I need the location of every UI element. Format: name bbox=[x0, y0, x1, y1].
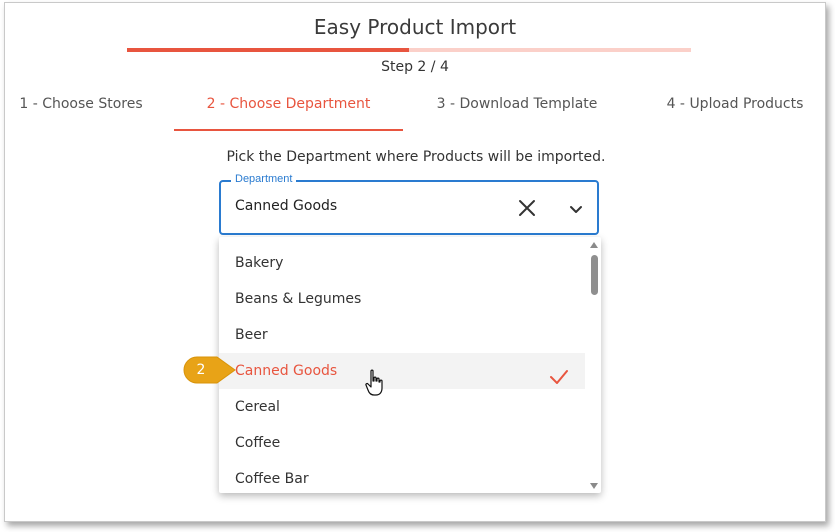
dropdown-option-beer[interactable]: Beer bbox=[219, 317, 585, 353]
option-label: Coffee bbox=[235, 435, 281, 451]
tab-upload-products[interactable]: 4 - Upload Products bbox=[665, 91, 805, 131]
tab-choose-department[interactable]: 2 - Choose Department bbox=[174, 91, 403, 131]
progress-bar-fill bbox=[127, 48, 409, 52]
dropdown-option-cereal[interactable]: Cereal bbox=[219, 389, 585, 425]
option-label: Bakery bbox=[235, 255, 284, 271]
dropdown-option-canned-goods[interactable]: Canned Goods bbox=[219, 353, 585, 389]
option-label: Beans & Legumes bbox=[235, 291, 362, 307]
callout-number: 2 bbox=[196, 362, 206, 378]
page-title: Easy Product Import bbox=[313, 15, 517, 39]
step-indicator: Step 2 / 4 bbox=[381, 59, 449, 75]
department-dropdown-list: Bakery Beans & Legumes Beer Canned Goods… bbox=[219, 237, 601, 493]
scroll-thumb[interactable] bbox=[591, 255, 598, 295]
instruction-text: Pick the Department where Products will … bbox=[226, 149, 606, 165]
option-label: Beer bbox=[235, 327, 268, 343]
close-icon[interactable] bbox=[517, 198, 537, 218]
scroll-up-arrow-icon[interactable] bbox=[590, 242, 598, 248]
scroll-down-arrow-icon[interactable] bbox=[590, 483, 598, 489]
option-label: Canned Goods bbox=[235, 363, 338, 379]
dropdown-scrollbar[interactable] bbox=[587, 237, 601, 493]
department-select-value[interactable]: Canned Goods bbox=[235, 198, 337, 214]
option-label: Coffee Bar bbox=[235, 471, 309, 487]
tab-download-template[interactable]: 3 - Download Template bbox=[435, 91, 599, 131]
option-label: Cereal bbox=[235, 399, 280, 415]
dropdown-option-coffee[interactable]: Coffee bbox=[219, 425, 585, 461]
step-tabs: 1 - Choose Stores 2 - Choose Department … bbox=[5, 91, 825, 131]
import-wizard-window: Easy Product Import Step 2 / 4 1 - Choos… bbox=[4, 2, 826, 522]
step-callout-badge: 2 bbox=[183, 355, 243, 385]
tab-choose-stores[interactable]: 1 - Choose Stores bbox=[13, 91, 149, 131]
hand-pointer-icon bbox=[365, 369, 385, 397]
dropdown-option-beans-legumes[interactable]: Beans & Legumes bbox=[219, 281, 585, 317]
dropdown-option-bakery[interactable]: Bakery bbox=[219, 245, 585, 281]
checkmark-icon bbox=[549, 363, 569, 384]
chevron-down-icon[interactable] bbox=[567, 200, 585, 218]
department-select[interactable]: Department Canned Goods bbox=[219, 173, 599, 235]
dropdown-option-coffee-bar[interactable]: Coffee Bar bbox=[219, 461, 585, 493]
department-select-label: Department bbox=[231, 173, 297, 185]
progress-bar bbox=[127, 48, 691, 52]
